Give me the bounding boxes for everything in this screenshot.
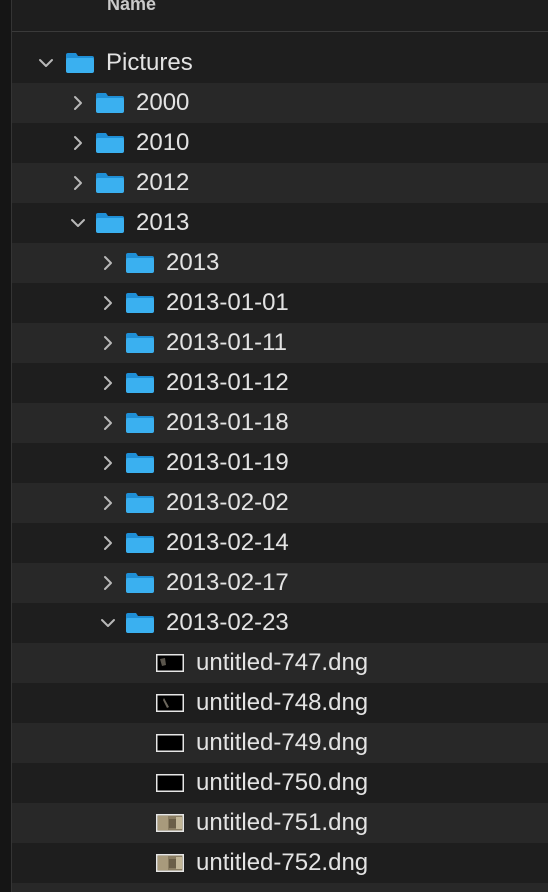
chevron-right-icon[interactable] bbox=[98, 333, 118, 353]
image-file-icon bbox=[156, 854, 184, 872]
folder-icon bbox=[125, 572, 155, 594]
tree-row-file[interactable]: untitled-752.dng bbox=[12, 843, 548, 883]
tree-row-label: 2013-01-11 bbox=[166, 329, 287, 356]
file-tree: Pictures 2000 2010 2012 2013 2013 2013-0… bbox=[12, 43, 548, 892]
chevron-right-icon[interactable] bbox=[98, 373, 118, 393]
chevron-right-icon[interactable] bbox=[68, 173, 88, 193]
tree-row-folder[interactable]: 2013-01-19 bbox=[12, 443, 548, 483]
folder-icon bbox=[125, 412, 155, 434]
tree-row-label: 2013 bbox=[166, 249, 220, 276]
tree-row-folder[interactable]: 2013-01-12 bbox=[12, 363, 548, 403]
image-file-icon bbox=[156, 694, 184, 712]
tree-row-folder[interactable]: 2013-02-14 bbox=[12, 523, 548, 563]
chevron-down-icon[interactable] bbox=[36, 53, 56, 73]
image-file-icon bbox=[156, 774, 184, 792]
tree-row-folder[interactable]: 2013-02-02 bbox=[12, 483, 548, 523]
chevron-right-icon[interactable] bbox=[98, 493, 118, 513]
tree-row-file[interactable]: untitled-747.dng bbox=[12, 643, 548, 683]
tree-row-file[interactable]: untitled-751.dng bbox=[12, 803, 548, 843]
column-header[interactable]: Name bbox=[12, 0, 548, 32]
tree-row-label: untitled-751.dng bbox=[196, 809, 369, 836]
folder-icon bbox=[125, 372, 155, 394]
tree-row-label: 2013-02-17 bbox=[166, 569, 289, 596]
tree-row-label: untitled-749.dng bbox=[196, 729, 369, 756]
tree-row-label: 2013-01-12 bbox=[166, 369, 289, 396]
tree-row-empty bbox=[12, 883, 548, 892]
tree-row-file[interactable]: untitled-749.dng bbox=[12, 723, 548, 763]
tree-row-label: untitled-748.dng bbox=[196, 689, 369, 716]
folder-icon bbox=[125, 492, 155, 514]
folder-icon bbox=[95, 212, 125, 234]
tree-row-folder[interactable]: 2013 bbox=[12, 243, 548, 283]
tree-row-label: Pictures bbox=[106, 49, 193, 76]
folder-icon bbox=[65, 52, 95, 74]
tree-row-folder[interactable]: 2000 bbox=[12, 83, 548, 123]
tree-row-label: 2013-01-18 bbox=[166, 409, 289, 436]
finder-list-view: Name Pictures 2000 2010 2012 2013 2013 2… bbox=[0, 0, 548, 892]
tree-row-file[interactable]: untitled-748.dng bbox=[12, 683, 548, 723]
chevron-right-icon[interactable] bbox=[68, 133, 88, 153]
chevron-right-icon[interactable] bbox=[68, 93, 88, 113]
chevron-right-icon[interactable] bbox=[98, 253, 118, 273]
tree-row-label: 2012 bbox=[136, 169, 190, 196]
tree-row-label: 2013-01-01 bbox=[166, 289, 289, 316]
tree-row-label: untitled-752.dng bbox=[196, 849, 369, 876]
folder-icon bbox=[125, 612, 155, 634]
tree-row-folder[interactable]: 2012 bbox=[12, 163, 548, 203]
tree-row-label: 2013-02-14 bbox=[166, 529, 289, 556]
folder-icon bbox=[125, 252, 155, 274]
folder-icon bbox=[125, 292, 155, 314]
tree-row-folder[interactable]: 2010 bbox=[12, 123, 548, 163]
tree-row-folder[interactable]: 2013-01-18 bbox=[12, 403, 548, 443]
column-header-name[interactable]: Name bbox=[107, 0, 156, 15]
tree-row-folder[interactable]: 2013-01-11 bbox=[12, 323, 548, 363]
folder-icon bbox=[95, 92, 125, 114]
tree-row-folder[interactable]: 2013-01-01 bbox=[12, 283, 548, 323]
folder-icon bbox=[125, 452, 155, 474]
chevron-right-icon[interactable] bbox=[98, 453, 118, 473]
tree-row-file[interactable]: untitled-750.dng bbox=[12, 763, 548, 803]
folder-icon bbox=[95, 172, 125, 194]
chevron-right-icon[interactable] bbox=[98, 533, 118, 553]
image-file-icon bbox=[156, 654, 184, 672]
tree-row-folder[interactable]: 2013-02-17 bbox=[12, 563, 548, 603]
tree-row-label: untitled-747.dng bbox=[196, 649, 369, 676]
sidebar-edge bbox=[0, 0, 12, 892]
tree-row-label: 2010 bbox=[136, 129, 190, 156]
chevron-right-icon[interactable] bbox=[98, 293, 118, 313]
tree-row-label: 2013 bbox=[136, 209, 190, 236]
chevron-right-icon[interactable] bbox=[98, 413, 118, 433]
folder-icon bbox=[125, 532, 155, 554]
folder-icon bbox=[125, 332, 155, 354]
tree-row-folder[interactable]: Pictures bbox=[12, 43, 548, 83]
tree-row-label: 2013-02-23 bbox=[166, 609, 289, 636]
image-file-icon bbox=[156, 814, 184, 832]
chevron-right-icon[interactable] bbox=[98, 573, 118, 593]
tree-row-label: 2013-01-19 bbox=[166, 449, 289, 476]
image-file-icon bbox=[156, 734, 184, 752]
chevron-down-icon[interactable] bbox=[68, 213, 88, 233]
chevron-down-icon[interactable] bbox=[98, 613, 118, 633]
folder-icon bbox=[95, 132, 125, 154]
tree-row-folder[interactable]: 2013 bbox=[12, 203, 548, 243]
tree-row-folder[interactable]: 2013-02-23 bbox=[12, 603, 548, 643]
tree-row-label: 2013-02-02 bbox=[166, 489, 289, 516]
tree-row-label: 2000 bbox=[136, 89, 190, 116]
tree-row-label: untitled-750.dng bbox=[196, 769, 369, 796]
